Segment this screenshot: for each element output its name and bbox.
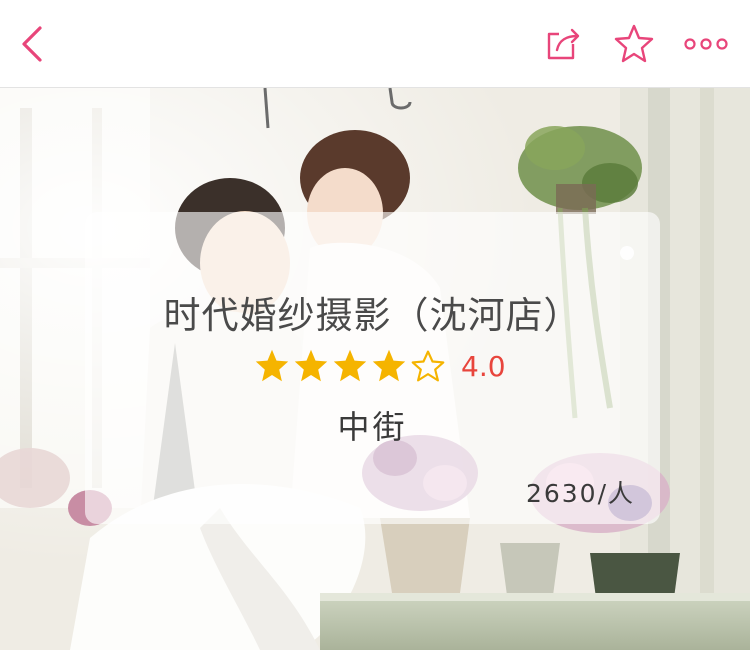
chevron-left-icon: [22, 26, 42, 62]
star-empty-icon: [411, 350, 445, 382]
favorite-button[interactable]: [612, 22, 656, 66]
shop-name: 时代婚纱摄影（沈河店）: [163, 294, 582, 337]
star-filled-icon: [333, 349, 367, 382]
district-label: 中街: [337, 408, 408, 446]
back-button[interactable]: [12, 22, 56, 66]
star-filled-icon: [372, 349, 406, 382]
star-filled-icon: [255, 349, 289, 382]
more-dots-icon: [684, 38, 728, 50]
share-icon: [547, 28, 580, 60]
star-outline-icon: [614, 24, 654, 63]
visitor-count: 2630/人: [525, 479, 635, 508]
star-filled-icon: [294, 349, 328, 382]
top-nav-bar: [0, 0, 750, 88]
carousel-indicator-dot: [620, 246, 634, 260]
rating-value: 4.0: [461, 349, 506, 383]
more-button[interactable]: [684, 22, 728, 66]
rating-row: 4.0: [254, 347, 506, 385]
share-button[interactable]: [543, 22, 587, 66]
